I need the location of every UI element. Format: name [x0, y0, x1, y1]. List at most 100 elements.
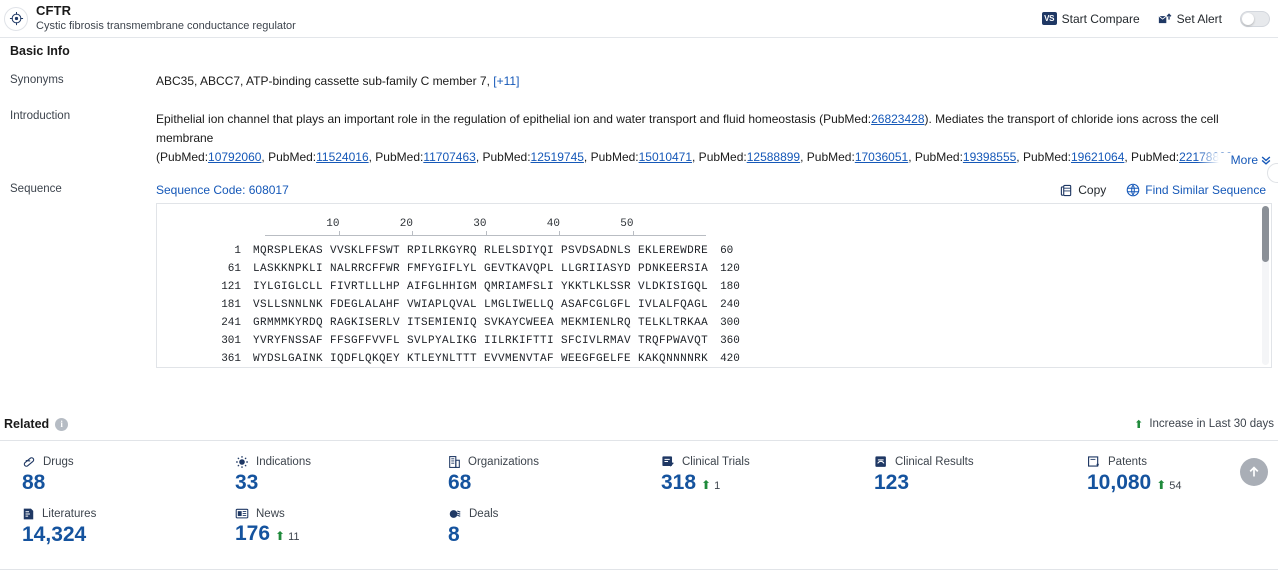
alert-envelope-icon	[1158, 12, 1172, 25]
synonyms-more-link[interactable]: [+11]	[493, 74, 519, 88]
related-card-value-row: 88	[22, 471, 213, 495]
related-card-delta-value: 1	[714, 480, 721, 492]
ruler-tick	[338, 231, 340, 236]
related-card-label: Clinical Trials	[682, 456, 750, 468]
building-icon	[448, 455, 461, 469]
related-card-label: News	[256, 507, 285, 520]
deal-icon	[448, 507, 462, 521]
sequence-header: Sequence Code: 608017 Copy Find Similar …	[156, 183, 1272, 197]
pubmed-link[interactable]: 17036051	[855, 150, 908, 164]
news-icon	[235, 507, 249, 520]
introduction-more-label: More	[1230, 153, 1258, 167]
related-card-label: Drugs	[43, 456, 74, 468]
pubmed-link[interactable]: 15010471	[639, 150, 692, 164]
basic-info-section: Basic Info Synonyms ABC35, ABCC7, ATP-bi…	[0, 38, 1278, 368]
sequence-scrollbar[interactable]	[1262, 206, 1269, 365]
sequence-ruler: 10 20 30 40 50	[265, 214, 706, 236]
sequence-end-index: 120	[720, 263, 740, 275]
sequence-start-index: 301	[221, 335, 241, 347]
sequence-residues: GRMMMKYRDQ RAGKISERLV ITSEMIENIQ SVKAYCW…	[253, 317, 709, 329]
sequence-end-index: 60	[720, 245, 734, 257]
page-subtitle: Cystic fibrosis transmembrane conductanc…	[36, 20, 296, 33]
pubmed-link[interactable]: 12519745	[531, 150, 584, 164]
versus-icon: VS	[1041, 12, 1057, 25]
pubmed-link[interactable]: 10792060	[208, 150, 261, 164]
copy-sequence-button[interactable]: Copy	[1060, 183, 1106, 197]
synonyms-row: Synonyms ABC35, ABCC7, ATP-binding casse…	[6, 74, 1272, 88]
related-card-label: Literatures	[42, 508, 97, 520]
related-card-value-row: 14,324	[22, 523, 213, 547]
related-header: Related i ⬆ Increase in Last 30 days	[0, 410, 1278, 438]
sequence-line: 61 LASKKNPKLI NALRRCFFWR FMFYGIFLYL GEVTK…	[157, 260, 1271, 278]
set-alert-button[interactable]: Set Alert	[1158, 12, 1222, 26]
related-card[interactable]: Indications 33	[213, 455, 426, 495]
related-card-head: Deals	[448, 507, 639, 521]
related-card-head: Clinical Results	[874, 455, 1065, 469]
related-card-value: 33	[235, 471, 259, 494]
pubmed-link[interactable]: 11524016	[316, 150, 369, 164]
info-icon[interactable]: i	[55, 417, 69, 431]
related-card-delta-value: 54	[1169, 480, 1182, 492]
related-legend: ⬆ Increase in Last 30 days	[1134, 418, 1274, 431]
up-arrow-icon: ⬆	[1156, 478, 1167, 492]
sequence-start-index: 241	[221, 317, 241, 329]
find-similar-sequence-button[interactable]: Find Similar Sequence	[1126, 183, 1266, 197]
ruler-tick-label: 10	[326, 218, 340, 230]
ruler-tick-label: 40	[546, 218, 560, 230]
sequence-line: 241 GRMMMKYRDQ RAGKISERLV ITSEMIENIQ SVKA…	[157, 314, 1271, 332]
pubmed-link[interactable]: 11707463	[423, 150, 476, 164]
related-card[interactable]: Literatures 14,324	[0, 507, 213, 547]
related-card-value: 8	[448, 523, 460, 546]
ruler-tick	[632, 231, 634, 236]
related-card[interactable]: Clinical Trials 318 ⬆ 1	[639, 455, 852, 495]
protein-detail-page: CFTR Cystic fibrosis transmembrane condu…	[0, 0, 1278, 570]
start-compare-button[interactable]: VS Start Compare	[1041, 11, 1140, 26]
pubmed-link[interactable]: 26823428	[871, 112, 924, 126]
introduction-row: Introduction Epithelial ion channel that…	[6, 110, 1272, 167]
sequence-line: 301 YVRYFNSSAF FFSGFFVVFL SVLPYALIKG IILR…	[157, 332, 1271, 350]
header-titles: CFTR Cystic fibrosis transmembrane condu…	[36, 3, 296, 33]
sequence-start-index: 361	[221, 353, 241, 365]
related-card[interactable]: Deals 8	[426, 507, 639, 547]
ruler-tick	[412, 231, 413, 236]
related-card-value-row: 123	[874, 471, 1065, 495]
sequence-residues: LASKKNPKLI NALRRCFFWR FMFYGIFLYL GEVTKAV…	[253, 263, 709, 275]
synonyms-body: ABC35, ABCC7, ATP-binding cassette sub-f…	[156, 74, 1272, 88]
target-crosshair-icon	[4, 6, 28, 31]
scroll-to-top-icon[interactable]	[1240, 458, 1268, 486]
sequence-panel[interactable]: 10 20 30 40 50 1 MQRSPLEKAS VVSKLFFSWT RPILRK…	[156, 203, 1272, 368]
ruler-tick-label: 30	[473, 218, 487, 230]
introduction-more-button[interactable]: More	[1196, 153, 1272, 167]
related-card[interactable]: Organizations 68	[426, 455, 639, 495]
sequence-body: Sequence Code: 608017 Copy Find Similar …	[156, 183, 1272, 368]
find-similar-label: Find Similar Sequence	[1145, 183, 1266, 197]
sequence-scrollbar-thumb[interactable]	[1262, 206, 1269, 262]
patent-icon	[1087, 455, 1101, 469]
related-card[interactable]: News 176 ⬆ 11	[213, 507, 426, 547]
related-card-value: 318	[661, 471, 697, 494]
copy-icon	[1060, 184, 1073, 197]
related-cards-panel: Drugs 88 Indications 33 Organizations 68 Clini…	[0, 440, 1278, 570]
related-card[interactable]: Clinical Results 123	[852, 455, 1065, 495]
alert-toggle[interactable]	[1240, 10, 1270, 27]
pubmed-link[interactable]: 12588899	[747, 150, 800, 164]
start-compare-label: Start Compare	[1061, 11, 1140, 26]
find-similar-icon	[1126, 183, 1140, 197]
related-card-value: 176	[235, 522, 271, 545]
related-card-head: Literatures	[22, 507, 213, 521]
pill-icon	[22, 455, 36, 469]
ruler-tick-label: 50	[620, 218, 634, 230]
sequence-residues: MQRSPLEKAS VVSKLFFSWT RPILRKGYRQ RLELSDI…	[253, 245, 709, 257]
sequence-code-link[interactable]: Sequence Code: 608017	[156, 183, 289, 197]
sequence-end-index: 180	[720, 281, 740, 293]
related-card-value-row: 176 ⬆ 11	[235, 522, 426, 546]
related-card-head: News	[235, 507, 426, 520]
related-card-head: Organizations	[448, 455, 639, 469]
pubmed-link[interactable]: 19621064	[1071, 150, 1124, 164]
sequence-residues: WYDSLGAINK IQDFLQKQEY KTLEYNLTTT EVVMENV…	[253, 353, 709, 365]
sequence-end-index: 240	[720, 299, 740, 311]
related-card[interactable]: Drugs 88	[0, 455, 213, 495]
related-card-label: Organizations	[468, 456, 539, 468]
pubmed-link[interactable]: 19398555	[963, 150, 1016, 164]
related-card-value: 14,324	[22, 523, 87, 546]
